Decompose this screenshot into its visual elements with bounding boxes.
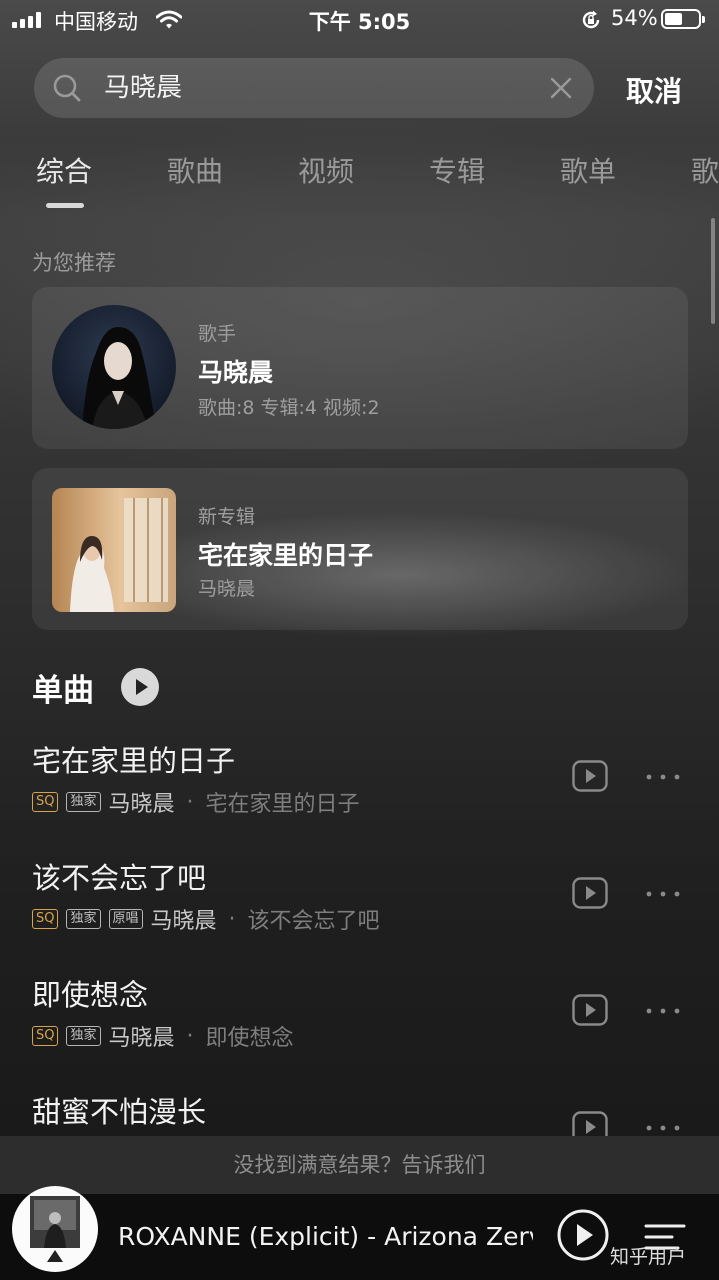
singles-section-title: 单曲	[32, 673, 94, 709]
album-art	[30, 1196, 80, 1248]
tab-songs[interactable]: 歌曲	[167, 150, 223, 190]
song-artist[interactable]: 马晓晨	[109, 786, 175, 818]
tab-albums[interactable]: 专辑	[429, 150, 485, 190]
tab-more[interactable]: 歌	[691, 150, 719, 190]
more-icon[interactable]	[646, 891, 680, 897]
song-meta: SQ 独家 原唱 马晓晨 · 该不会忘了吧	[32, 903, 380, 935]
artist-stats: 歌曲:8 专辑:4 视频:2	[198, 397, 380, 419]
rotation-lock-icon	[582, 10, 600, 29]
play-icon[interactable]	[556, 1208, 610, 1262]
album-cover	[52, 488, 176, 612]
search-bar[interactable]	[34, 58, 594, 118]
song-meta: SQ 独家 马晓晨 · 宅在家里的日子	[32, 786, 360, 818]
now-playing-title: ROXANNE (Explicit) - Arizona Zervas	[118, 1222, 533, 1251]
separator-dot: ·	[228, 906, 236, 932]
exclusive-badge: 独家	[66, 792, 101, 812]
song-row[interactable]: 该不会忘了吧 SQ 独家 原唱 马晓晨 · 该不会忘了吧	[0, 855, 719, 971]
status-bar: 中国移动 下午 5:05 54%	[0, 0, 719, 40]
separator-dot: ·	[186, 789, 194, 815]
tab-bar: 综合 歌曲 视频 专辑 歌单 歌	[0, 150, 719, 210]
sq-badge: SQ	[32, 909, 59, 929]
sq-badge: SQ	[32, 1026, 59, 1046]
album-title: 宅在家里的日子	[198, 541, 374, 570]
song-artist[interactable]: 马晓晨	[109, 1020, 175, 1052]
tab-videos[interactable]: 视频	[298, 150, 354, 190]
more-icon[interactable]	[646, 1125, 680, 1131]
feedback-link[interactable]: 没找到满意结果？告诉我们	[0, 1136, 719, 1194]
more-icon[interactable]	[646, 1008, 680, 1014]
song-album: 宅在家里的日子	[205, 792, 360, 817]
search-input[interactable]	[104, 58, 524, 118]
song-row[interactable]: 甜蜜不怕漫长	[0, 1089, 719, 1136]
play-icon[interactable]	[572, 994, 608, 1026]
battery-percent: 54%	[611, 6, 658, 30]
recommend-section-label: 为您推荐	[32, 251, 116, 275]
exclusive-badge: 独家	[66, 909, 101, 929]
watermark: 知乎用户	[610, 1246, 687, 1268]
battery-icon	[661, 9, 705, 29]
play-icon[interactable]	[572, 1111, 608, 1136]
song-title: 甜蜜不怕漫长	[32, 1095, 207, 1129]
separator-dot: ·	[186, 1023, 194, 1049]
now-playing-cover[interactable]	[12, 1186, 98, 1272]
artist-name: 马晓晨	[198, 358, 274, 387]
song-title: 宅在家里的日子	[32, 744, 236, 778]
artist-card-type: 歌手	[198, 323, 237, 345]
play-icon	[136, 679, 148, 695]
song-row[interactable]: 宅在家里的日子 SQ 独家 马晓晨 · 宅在家里的日子	[0, 738, 719, 854]
clear-icon[interactable]	[548, 75, 574, 101]
tab-playlists[interactable]: 歌单	[560, 150, 616, 190]
exclusive-badge: 独家	[66, 1026, 101, 1046]
search-icon	[53, 74, 81, 102]
song-artist[interactable]: 马晓晨	[151, 903, 217, 935]
tab-comprehensive[interactable]: 综合	[36, 150, 92, 190]
mini-player[interactable]: ROXANNE (Explicit) - Arizona Zervas 知乎用户	[0, 1186, 719, 1280]
album-artist: 马晓晨	[198, 578, 256, 600]
original-badge: 原唱	[108, 909, 143, 929]
song-title: 该不会忘了吧	[32, 861, 207, 895]
play-icon[interactable]	[572, 760, 608, 792]
artist-avatar	[52, 305, 176, 429]
play-all-button[interactable]	[121, 668, 159, 706]
active-tab-indicator	[46, 203, 84, 208]
song-album: 该不会忘了吧	[247, 909, 380, 934]
triangle-logo-icon	[47, 1250, 63, 1262]
artist-card[interactable]: 歌手 马晓晨 歌曲:8 专辑:4 视频:2	[32, 287, 688, 449]
album-card[interactable]: 新专辑 宅在家里的日子 马晓晨	[32, 468, 688, 630]
song-album: 即使想念	[205, 1026, 294, 1051]
sq-badge: SQ	[32, 792, 59, 812]
play-icon[interactable]	[572, 877, 608, 909]
cancel-button[interactable]: 取消	[626, 70, 682, 110]
more-icon[interactable]	[646, 774, 680, 780]
song-row[interactable]: 即使想念 SQ 独家 马晓晨 · 即使想念	[0, 972, 719, 1088]
album-card-type: 新专辑	[198, 506, 256, 528]
song-meta: SQ 独家 马晓晨 · 即使想念	[32, 1020, 294, 1052]
scrollbar[interactable]	[711, 218, 715, 324]
song-title: 即使想念	[32, 978, 149, 1012]
